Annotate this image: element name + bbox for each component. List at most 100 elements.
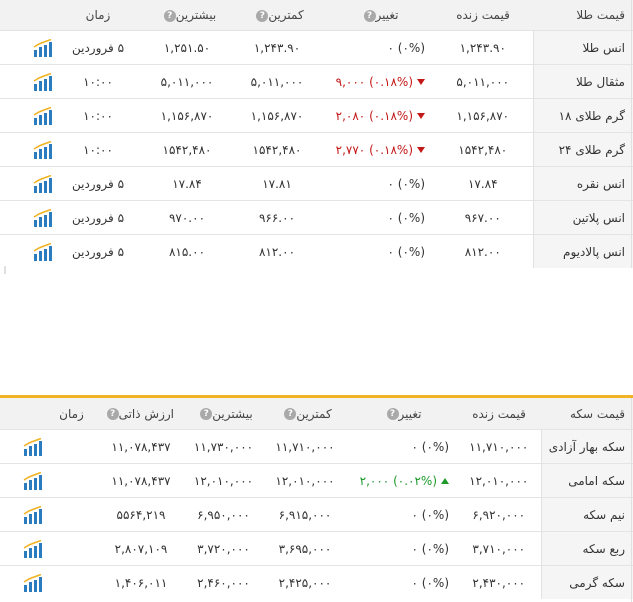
high-cell: ۱۱,۷۳۰,۰۰۰ [182, 429, 265, 464]
live-cell: ۱۷.۸۴ [433, 166, 533, 201]
row-name[interactable]: گرم طلای ۲۴ [532, 132, 633, 167]
question-circle-icon[interactable]: ? [256, 9, 269, 22]
row-name[interactable]: مثقال طلا [532, 64, 633, 99]
table-row[interactable]: گرم طلای ۱۸ ۱,۱۵۶,۸۷۰ (۰.۱۸%) ۲,۰۸۰ ۱,۱۵۶,۸… [0, 98, 633, 133]
bar-chart-icon[interactable] [2, 106, 53, 125]
table-row[interactable]: نیم سکه ۶,۹۲۰,۰۰۰ (۰%) ۰ ۶,۹۱۵,۰۰۰ ۶,۹۵۰,۰۰۰… [0, 497, 633, 532]
table-row[interactable]: انس پالادیوم ۸۱۲.۰۰ (۰%) ۰ ۸۱۲.۰۰ ۸۱۵.۰۰ ۵ فر… [0, 234, 633, 268]
time-cell: ۱۰:۰۰ [53, 132, 143, 167]
bar-chart-icon[interactable] [2, 471, 43, 490]
change-percent: (۰%) [421, 575, 449, 590]
change-percent: (۰%) [397, 176, 425, 191]
live-cell: ۵,۰۱۱,۰۰۰ [433, 64, 533, 99]
low-cell: ۵,۰۱۱,۰۰۰ [231, 64, 323, 99]
change-value: ۰ [387, 40, 394, 55]
row-name[interactable]: انس طلا [532, 30, 633, 65]
question-circle-icon[interactable]: ? [386, 408, 399, 420]
table-row[interactable]: مثقال طلا ۵,۰۱۱,۰۰۰ (۰.۱۸%) ۹,۰۰۰ ۵,۰۱۱,۰۰۰… [0, 64, 633, 99]
change-cell: (۰.۱۸%) ۹,۰۰۰ [323, 64, 433, 99]
row-name[interactable]: انس نقره [532, 166, 633, 201]
chart-cell[interactable] [0, 531, 43, 566]
live-cell: ۱,۱۵۶,۸۷۰ [433, 98, 533, 133]
chart-cell[interactable] [0, 30, 53, 65]
bar-chart-icon[interactable] [2, 72, 53, 91]
row-name[interactable]: ربع سکه [540, 531, 633, 566]
table-row[interactable]: سکه گرمی ۲,۴۳۰,۰۰۰ (۰%) ۰ ۲,۴۲۵,۰۰۰ ۲,۴۶۰,۰۰… [0, 565, 633, 599]
bar-chart-icon[interactable] [2, 140, 53, 159]
change-value: ۲,۰۸۰ [335, 108, 366, 123]
bar-chart-icon[interactable] [2, 505, 43, 524]
question-circle-icon[interactable]: ? [363, 9, 376, 22]
row-name[interactable]: گرم طلای ۱۸ [532, 98, 633, 133]
header-high: بیشترین? [182, 398, 265, 430]
header-chart [0, 0, 53, 31]
chart-cell[interactable] [0, 64, 53, 99]
bar-chart-icon[interactable] [2, 38, 53, 57]
down-triangle-icon [417, 79, 425, 85]
chart-cell[interactable] [0, 463, 43, 498]
low-cell: ۱۲,۰۱۰,۰۰۰ [265, 463, 345, 498]
row-name[interactable]: انس پلاتین [532, 200, 633, 235]
question-circle-icon[interactable]: ? [284, 408, 297, 420]
change-cell: (۰%) ۰ [345, 429, 457, 464]
change-percent: (۰%) [397, 40, 425, 55]
change-value: ۰ [387, 244, 394, 259]
chart-cell[interactable] [0, 132, 53, 167]
table-row[interactable]: گرم طلای ۲۴ ۱۵۴۲,۴۸۰ (۰.۱۸%) ۲,۷۷۰ ۱۵۴۲,۴۸۰… [0, 132, 633, 167]
header-live-price: قیمت زنده [433, 0, 533, 31]
high-cell: ۵,۰۱۱,۰۰۰ [143, 64, 231, 99]
row-name[interactable]: سکه بهار آزادی [540, 429, 633, 464]
live-cell: ۸۱۲.۰۰ [433, 234, 533, 268]
chart-cell[interactable] [0, 429, 43, 464]
chart-cell[interactable] [0, 98, 53, 133]
bar-chart-icon[interactable] [2, 174, 53, 193]
chart-cell[interactable] [0, 234, 53, 268]
table-row[interactable]: انس طلا ۱,۲۴۳.۹۰ (۰%) ۰ ۱,۲۴۳.۹۰ ۱,۲۵۱.۵۰ ۵ ف… [0, 30, 633, 65]
change-percent: (۰%) [397, 210, 425, 225]
bar-chart-icon[interactable] [2, 539, 43, 558]
high-cell: ۱,۱۵۶,۸۷۰ [143, 98, 231, 133]
chart-cell[interactable] [0, 497, 43, 532]
bar-chart-icon[interactable] [2, 242, 53, 261]
header-change: تغییر? [345, 398, 457, 430]
row-name[interactable]: سکه امامی [540, 463, 633, 498]
header-change: تغییر? [323, 0, 433, 31]
bar-chart-icon[interactable] [2, 208, 53, 227]
table-row[interactable]: سکه امامی ۱۲,۰۱۰,۰۰۰ (۰.۰۲%) ۲,۰۰۰ ۱۲,۰۱۰,۰… [0, 463, 633, 498]
chart-cell[interactable] [0, 200, 53, 235]
table-row[interactable]: انس پلاتین ۹۶۷.۰۰ (۰%) ۰ ۹۶۶.۰۰ ۹۷۰.۰۰ ۵ فرور… [0, 200, 633, 235]
change-value: ۹,۰۰۰ [335, 74, 366, 89]
row-name[interactable]: سکه گرمی [540, 565, 633, 599]
change-value: ۰ [411, 575, 418, 590]
row-name[interactable]: انس پالادیوم [532, 234, 633, 268]
low-cell: ۲,۴۲۵,۰۰۰ [265, 565, 345, 599]
table-row[interactable]: انس نقره ۱۷.۸۴ (۰%) ۰ ۱۷.۸۱ ۱۷.۸۴ ۵ فروردین [0, 166, 633, 201]
change-cell: (۰%) ۰ [323, 200, 433, 235]
down-triangle-icon [417, 113, 425, 119]
intrinsic-cell: ۱۱,۰۷۸,۴۳۷ [100, 463, 182, 498]
bar-chart-icon[interactable] [2, 573, 43, 592]
bar-chart-icon[interactable] [2, 437, 43, 456]
chart-cell[interactable] [0, 166, 53, 201]
intrinsic-cell: ۵۵۶۴,۲۱۹ [100, 497, 182, 532]
intrinsic-cell: ۱,۴۰۶,۰۱۱ [100, 565, 182, 599]
change-value: ۰ [411, 439, 418, 454]
high-cell: ۱,۲۵۱.۵۰ [143, 30, 231, 65]
question-circle-icon[interactable]: ? [163, 9, 176, 22]
table-row[interactable]: ربع سکه ۳,۷۱۰,۰۰۰ (۰%) ۰ ۳,۶۹۵,۰۰۰ ۳,۷۲۰,۰۰۰… [0, 531, 633, 566]
change-percent: (۰%) [421, 439, 449, 454]
high-cell: ۳,۷۲۰,۰۰۰ [182, 531, 265, 566]
change-percent: (۰.۱۸%) [369, 142, 413, 157]
time-cell: ۵ فروردین [53, 30, 143, 65]
chart-cell[interactable] [0, 565, 43, 599]
time-cell [43, 531, 100, 566]
intrinsic-cell: ۱۱,۰۷۸,۴۳۷ [100, 429, 182, 464]
question-circle-icon[interactable]: ? [106, 408, 119, 420]
coin-price-table: قیمت سکه قیمت زنده تغییر? کمترین? بیشتری… [0, 398, 633, 599]
header-low: کمترین? [231, 0, 323, 31]
row-name[interactable]: نیم سکه [540, 497, 633, 532]
time-cell: ۵ فروردین [53, 200, 143, 235]
change-value: ۰ [411, 541, 418, 556]
question-circle-icon[interactable]: ? [200, 408, 213, 420]
table-row[interactable]: سکه بهار آزادی ۱۱,۷۱۰,۰۰۰ (۰%) ۰ ۱۱,۷۱۰,۰۰۰… [0, 429, 633, 464]
